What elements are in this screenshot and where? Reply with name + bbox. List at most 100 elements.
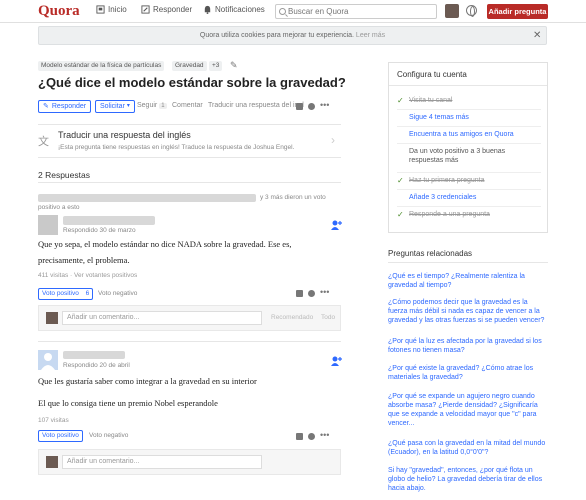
setup-item[interactable]: Encuentra a tus amigos en Quora: [397, 130, 541, 139]
account-setup-title: Configura tu cuenta: [389, 63, 547, 86]
more-icon[interactable]: •••: [320, 431, 330, 440]
author-name-blurred[interactable]: [63, 216, 155, 227]
facebook-icon[interactable]: [296, 103, 303, 110]
comments-recommended-tab[interactable]: Recomendado: [271, 314, 313, 321]
divider: [397, 172, 541, 173]
pencil-icon: ✎: [43, 103, 49, 110]
related-question-link[interactable]: ¿Cómo podemos decir que la gravedad es l…: [388, 298, 548, 325]
upvoters-suffix[interactable]: y 3 más dieron un voto: [260, 194, 326, 201]
facebook-icon[interactable]: [296, 290, 303, 297]
answer-share-icons: •••: [296, 288, 330, 297]
related-question-link[interactable]: ¿Qué pasa con la gravedad en la mitad de…: [388, 439, 548, 457]
comment-input[interactable]: Añadir un comentario...: [62, 311, 262, 325]
user-avatar[interactable]: [445, 4, 459, 18]
upvote-button[interactable]: Voto positivo: [38, 430, 83, 442]
add-follow-icon[interactable]: [330, 220, 342, 230]
setup-item[interactable]: ✓ Responde a una pregunta: [397, 210, 541, 219]
answer-share-icons: •••: [296, 431, 330, 440]
search-input[interactable]: [288, 7, 428, 16]
quora-logo[interactable]: Quora: [38, 3, 80, 20]
twitter-icon[interactable]: [308, 103, 315, 110]
top-navbar: Quora Inicio Responder Notificaciones Añ…: [0, 0, 586, 23]
topic-tag-more[interactable]: +3: [209, 61, 223, 71]
facebook-icon[interactable]: [296, 433, 303, 440]
cookie-banner: Quora utiliza cookies para mejorar tu ex…: [38, 26, 547, 45]
chevron-down-icon: ▾: [126, 103, 130, 109]
comment-button[interactable]: Comentar: [172, 102, 203, 109]
twitter-icon[interactable]: [308, 290, 315, 297]
add-question-button[interactable]: Añadir pregunta: [487, 4, 548, 19]
topic-tag[interactable]: Gravedad: [172, 61, 207, 71]
divider: [397, 206, 541, 207]
translate-answer-box[interactable]: 文 Traducir una respuesta del inglés ¡Est…: [38, 124, 341, 158]
setup-item-label: Haz tu primera pregunta: [409, 177, 485, 184]
setup-item-label: Encuentra a tus amigos en Quora: [409, 131, 514, 138]
related-questions-title: Preguntas relacionadas: [388, 249, 473, 258]
nav-answer[interactable]: Responder: [141, 5, 192, 14]
nav-home[interactable]: Inicio: [96, 5, 127, 14]
upvoters-blurred: [38, 194, 268, 202]
divider: [397, 189, 541, 190]
divider: [38, 341, 341, 342]
nav-notifications[interactable]: Notificaciones: [203, 5, 265, 14]
related-question-link[interactable]: ¿Qué es el tiempo? ¿Realmente ralentiza …: [388, 272, 548, 290]
author-avatar[interactable]: [38, 215, 58, 235]
translate-answer-link[interactable]: Traducir una respuesta del ingl: [208, 102, 304, 109]
home-icon: [96, 5, 105, 14]
more-icon[interactable]: •••: [320, 288, 330, 297]
author-name-blurred[interactable]: [63, 351, 125, 361]
request-button-label: Solicitar: [100, 103, 125, 110]
comment-area: Añadir un comentario... Recomendado Todo: [38, 305, 341, 331]
upvote-label: Voto positivo: [42, 290, 79, 297]
setup-item[interactable]: Añade 3 credenciales: [397, 193, 541, 202]
downvote-button[interactable]: Voto negativo: [89, 432, 128, 439]
related-question-link[interactable]: ¿Por qué la luz es afectada por la grave…: [388, 337, 548, 355]
comments-all-tab[interactable]: Todo: [321, 314, 335, 321]
upvoters-suffix-2: positivo a esto: [38, 204, 80, 211]
twitter-icon[interactable]: [308, 433, 315, 440]
author-avatar[interactable]: [38, 350, 58, 370]
answer-paragraph: El que lo consiga tiene un premio Nobel …: [38, 398, 218, 408]
pencil-square-icon: [141, 5, 150, 14]
comment-area: Añadir un comentario...: [38, 449, 341, 475]
add-follow-icon[interactable]: [330, 356, 342, 366]
cookie-read-more-link[interactable]: Leer más: [356, 32, 385, 39]
answer-stats[interactable]: 411 visitas · Ver votantes positivos: [38, 272, 137, 279]
translate-subtitle: ¡Esta pregunta tiene respuestas en inglé…: [58, 144, 295, 151]
related-question-link[interactable]: ¿Por qué se expande un agujero negro cua…: [388, 392, 548, 428]
answers-count: 2 Respuestas: [38, 170, 90, 180]
setup-item[interactable]: ✓ Haz tu primera pregunta: [397, 176, 541, 185]
search-icon: [279, 8, 286, 15]
edit-topics-pencil-icon[interactable]: ✎: [230, 60, 238, 71]
related-question-link[interactable]: ¿Por qué existe la gravedad? ¿Cómo atrae…: [388, 364, 548, 382]
comment-input[interactable]: Añadir un comentario...: [62, 455, 262, 469]
setup-item[interactable]: Sigue 4 temas más: [397, 113, 541, 122]
account-setup-card: Configura tu cuenta ✓ Visita tu canal Sigu…: [388, 62, 548, 233]
nav-answer-label: Responder: [153, 5, 193, 14]
related-question-link[interactable]: Si hay "gravedad", entonces, ¿por qué fl…: [388, 466, 548, 493]
divider: [397, 143, 541, 144]
setup-item[interactable]: Da un voto positivo a 3 buenas respuesta…: [397, 147, 541, 165]
close-icon[interactable]: ✕: [533, 30, 541, 41]
answer-button-label: Responder: [51, 103, 87, 110]
check-icon: ✓: [397, 176, 404, 185]
setup-item[interactable]: ✓ Visita tu canal: [397, 96, 541, 105]
answer-button[interactable]: ✎ Responder: [38, 100, 92, 113]
follow-label: Seguir: [137, 102, 158, 109]
chevron-right-icon: ›: [331, 133, 335, 147]
follow-button[interactable]: Seguir 1: [137, 102, 167, 109]
divider: [397, 126, 541, 127]
more-icon[interactable]: •••: [320, 101, 330, 110]
answer-date[interactable]: Respondido 20 de abril: [63, 362, 130, 369]
setup-item-label: Visita tu canal: [409, 97, 453, 104]
request-button[interactable]: Solicitar ▾: [95, 100, 135, 113]
topic-tag[interactable]: Modelo estándar de la física de partícul…: [38, 61, 165, 71]
answer-date[interactable]: Respondido 30 de marzo: [63, 227, 136, 234]
translate-title: Traducir una respuesta del inglés: [58, 130, 191, 140]
upvote-button[interactable]: Voto positivo 6: [38, 288, 94, 300]
search-box[interactable]: [275, 4, 437, 19]
question-title[interactable]: ¿Qué dice el modelo estándar sobre la gr…: [38, 75, 346, 90]
globe-icon[interactable]: [466, 5, 477, 17]
answer-button-wrap[interactable]: ✎ Responder: [38, 100, 92, 113]
downvote-button[interactable]: Voto negativo: [98, 290, 137, 297]
